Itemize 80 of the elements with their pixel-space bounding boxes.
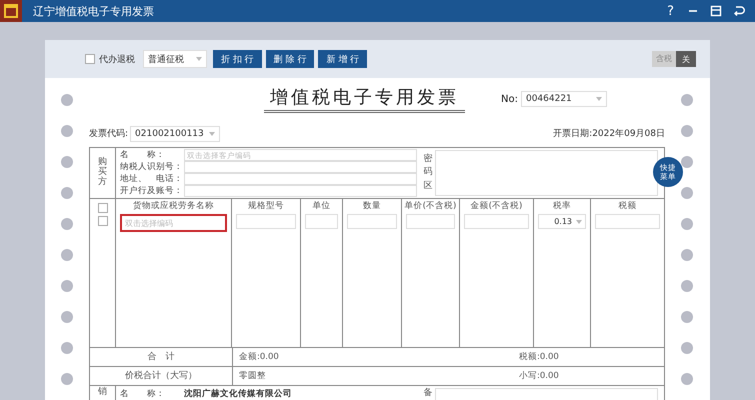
perforation-hole [61,125,73,137]
caret-icon [196,57,202,61]
perforation-hole [61,249,73,261]
item-input-field[interactable] [464,214,529,229]
seller-side-label: 销 [98,388,107,398]
issue-date: 开票日期:2022年09月08日 [553,128,665,140]
perforation-hole [61,94,73,106]
item-input-field[interactable] [347,214,397,229]
seller-name: 沈阳广赫文化传媒有限公司 [184,388,292,400]
perforation-hole [681,342,693,354]
perforation-hole [681,218,693,230]
perforation-hole [61,218,73,230]
item-input-field[interactable] [595,214,660,229]
buyer-input-field[interactable] [184,161,417,173]
column-header: 税率 [553,200,571,213]
perforation-hole [681,125,693,137]
ticket-logo-icon [0,0,22,22]
buyer-field-label: 开户行及账号： [120,185,184,197]
buyer-field-label: 纳税人识别号： [120,161,184,173]
buyer-field-label: 地址、 电话： [120,173,184,185]
agent-refund-label: 代办退税 [99,54,135,66]
tax-inclusive-switch[interactable]: 关 [676,51,696,67]
help-button[interactable]: ? [667,4,674,18]
caret-icon [596,97,602,101]
caret-icon [209,132,216,136]
total-amount: 零圆整 [239,370,267,382]
buyer-side-label: 购买方 [98,158,107,188]
item-input-field[interactable] [305,214,338,229]
item-input-field[interactable] [406,214,455,229]
row-checkbox[interactable] [98,216,108,226]
column-header: 税额 [618,200,636,213]
column-header: 金额(不含税) [470,200,522,213]
back-arrow-icon[interactable] [732,4,746,18]
agent-refund-checkbox[interactable] [85,54,95,64]
perforation-hole [681,156,693,168]
total-label: 价税合计（大写） [90,367,233,385]
column-header: 规格型号 [248,200,284,213]
invoice-number-select[interactable]: 00464221 [520,91,607,107]
window-title: 辽宁增值税电子专用发票 [33,4,154,18]
buyer-input-field[interactable] [184,185,417,197]
tax-mode-select[interactable]: 普通征税 [143,50,207,68]
invoice-code-select[interactable]: 021002100113 [130,126,220,142]
perforation-hole [681,373,693,385]
invoice-number-label: No: [501,94,518,104]
tax-rate-select[interactable]: 0.13 [538,214,586,229]
buyer-input-field[interactable] [184,173,417,185]
perforation-hole [681,280,693,292]
column-header: 数量 [363,200,381,213]
toolbar-button[interactable]: 折 扣 行 [213,50,262,68]
remarks-label: 备 [424,389,432,399]
invoice-code-label: 发票代码: [89,128,128,140]
buyer-field-label: 名 称： [120,149,166,161]
total-label: 合 计 [90,348,233,366]
perforation-hole [61,187,73,199]
column-header: 货物或应税劳务名称 [133,200,214,213]
caret-icon [576,220,582,224]
perforation-hole [61,342,73,354]
item-name-field[interactable]: 双击选择编码 [120,214,227,232]
toolbar-button[interactable]: 新 增 行 [318,50,368,68]
select-all-checkbox[interactable] [98,203,108,213]
perforation-hole [61,156,73,168]
perforation-hole [681,187,693,199]
total-tax: 税额:0.00 [519,351,559,363]
total-tax: 小写:0.00 [519,370,559,382]
tax-inclusive-label: 含税 [652,51,676,67]
toolbar-button[interactable]: 删 除 行 [266,50,314,68]
column-header: 单价(不含税) [404,200,456,213]
perforation-hole [61,311,73,323]
restore-icon[interactable] [709,4,723,18]
perforation-hole [681,249,693,261]
perforation-hole [61,373,73,385]
password-area-label: 密码区 [424,153,432,193]
perforation-hole [681,94,693,106]
invoice-title: 增值税电子专用发票 [264,85,465,113]
total-amount: 金额:0.00 [239,351,280,363]
item-input-field[interactable] [236,214,296,229]
column-header: 单位 [312,200,330,213]
perforation-hole [61,280,73,292]
seller-name-label: 名 称： [120,388,166,400]
perforation-hole [681,311,693,323]
